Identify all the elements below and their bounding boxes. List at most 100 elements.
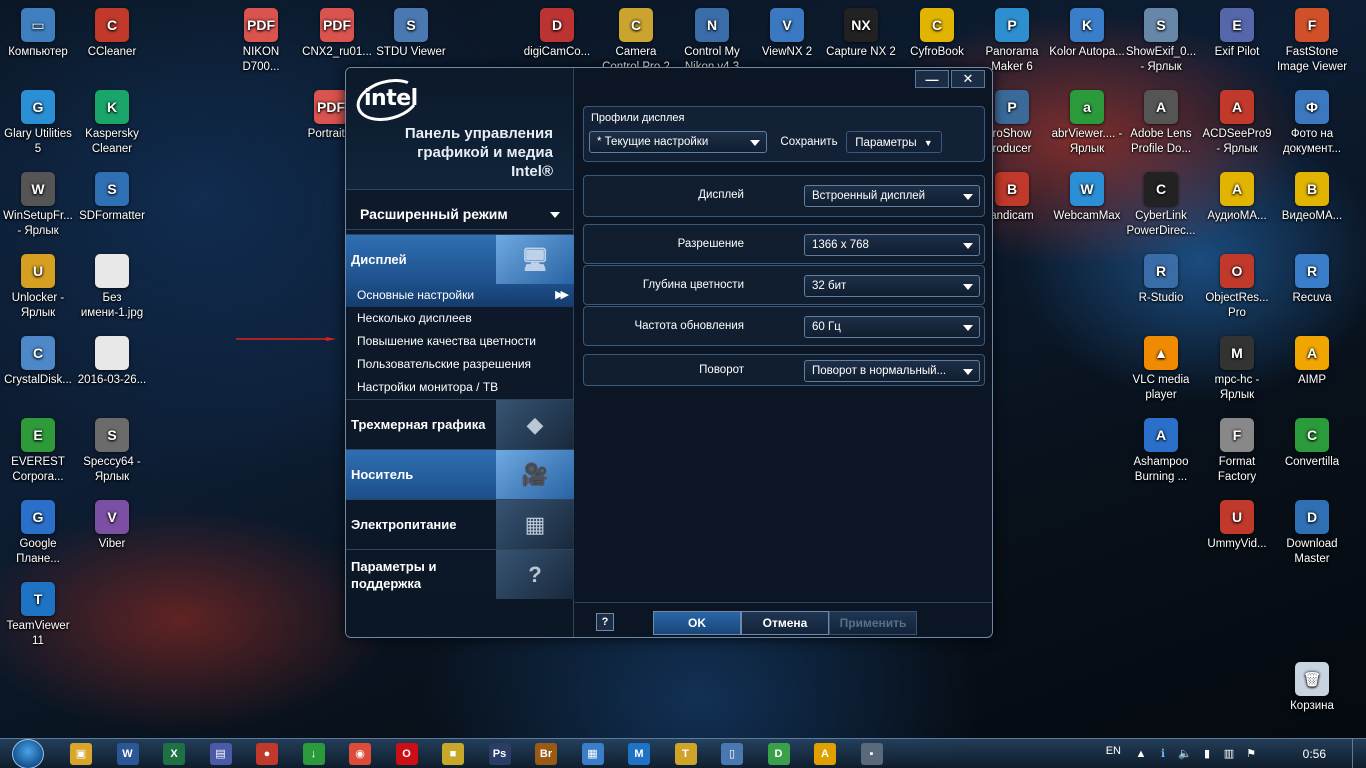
- taskbar-app-button[interactable]: T: [674, 743, 697, 765]
- desktop-shortcut[interactable]: A Ashampoo Burning ...: [1123, 418, 1199, 485]
- resolution-dropdown[interactable]: 1366 x 768: [804, 234, 980, 256]
- desktop-shortcut[interactable]: Mmpc-hc - Ярлык: [1199, 336, 1275, 403]
- desktop-shortcut[interactable]: W WinSetupFr... - Ярлык: [0, 172, 76, 239]
- taskbar-app-button[interactable]: Br: [535, 743, 557, 765]
- desktop-shortcut[interactable]: P Panorama Maker 6: [974, 8, 1050, 75]
- subnav-multiple-displays[interactable]: Несколько дисплеев: [346, 307, 574, 330]
- clock[interactable]: 0:56: [1303, 747, 1326, 761]
- start-button[interactable]: [12, 739, 44, 768]
- desktop-shortcut[interactable]: O ObjectRes... Pro: [1199, 254, 1275, 321]
- color-depth-dropdown[interactable]: 32 бит: [804, 275, 980, 297]
- nav-3d-graphics[interactable]: Трехмерная графика ◆: [346, 399, 574, 449]
- show-desktop-button[interactable]: [1352, 739, 1366, 768]
- desktop-shortcut[interactable]: S ShowExif_0... - Ярлык: [1123, 8, 1199, 75]
- cancel-button[interactable]: Отмена: [741, 611, 829, 635]
- desktop-shortcut[interactable]: R R-Studio: [1123, 254, 1199, 306]
- subnav-color-enhancement[interactable]: Повышение качества цветности: [346, 330, 574, 353]
- nav-display[interactable]: Дисплей 🖥: [346, 234, 574, 284]
- taskbar-app-button[interactable]: O: [395, 743, 418, 765]
- nav-media[interactable]: Носитель 🎥: [346, 449, 574, 499]
- taskbar-app-button[interactable]: ↓: [302, 743, 325, 765]
- subnav-monitor-tv-settings[interactable]: Настройки монитора / ТВ: [346, 376, 574, 399]
- taskbar-app-button[interactable]: ▤: [209, 743, 232, 765]
- subnav-basic-settings[interactable]: Основные настройки ▶▶: [346, 284, 574, 307]
- desktop-shortcut[interactable]: W WebcamMax: [1049, 172, 1125, 224]
- taskbar-app-button[interactable]: ●: [256, 743, 278, 765]
- desktop-shortcut[interactable]: S Speccy64 - Ярлык: [74, 418, 150, 485]
- desktop-shortcut[interactable]: E Exif Pilot: [1199, 8, 1275, 60]
- desktop-shortcut[interactable]: E EVEREST Corpora...: [0, 418, 76, 485]
- info-icon[interactable]: ℹ: [1156, 747, 1170, 761]
- help-button[interactable]: ?: [596, 613, 614, 631]
- arrow-up-icon[interactable]: ▲: [1134, 747, 1148, 761]
- desktop-shortcut[interactable]: CCamera Control Pro 2: [598, 8, 674, 75]
- desktop-shortcut[interactable]: A AIMP: [1274, 336, 1350, 388]
- flag-icon[interactable]: ⚑: [1244, 747, 1258, 761]
- desktop-shortcut[interactable]: Ф Фото на документ...: [1274, 90, 1350, 157]
- mode-dropdown[interactable]: Расширенный режим: [346, 200, 574, 230]
- taskbar-app-button[interactable]: M: [628, 743, 650, 765]
- desktop-shortcut[interactable]: U Unlocker - Ярлык: [0, 254, 76, 321]
- profile-params-button[interactable]: Параметры ▼: [846, 131, 942, 153]
- nav-options-support[interactable]: Параметры и поддержка ?: [346, 549, 574, 599]
- desktop-shortcut[interactable]: ▭ Компьютер: [0, 8, 76, 60]
- desktop-shortcut[interactable]: S SDFormatter: [74, 172, 150, 224]
- taskbar-app-button[interactable]: ◉: [349, 743, 371, 765]
- desktop-shortcut[interactable]: T TeamViewer 11: [0, 582, 76, 649]
- desktop-shortcut[interactable]: a abrViewer.... - Ярлык: [1049, 90, 1125, 157]
- taskbar-app-button[interactable]: X: [163, 743, 185, 765]
- taskbar-app-button[interactable]: ▪: [860, 743, 883, 765]
- refresh-rate-dropdown[interactable]: 60 Гц: [804, 316, 980, 338]
- taskbar-app-button[interactable]: ▣: [70, 743, 92, 765]
- desktop-shortcut[interactable]: C CyberLink PowerDirec...: [1123, 172, 1199, 239]
- desktop-shortcut[interactable]: F Format Factory: [1199, 418, 1275, 485]
- rotation-dropdown[interactable]: Поворот в нормальный...: [804, 360, 980, 382]
- desktop-shortcut[interactable]: R Recuva: [1274, 254, 1350, 306]
- desktop-shortcut[interactable]: K Kolor Autopa...: [1049, 8, 1125, 60]
- desktop-shortcut[interactable]: 🗑 Корзина: [1274, 662, 1350, 714]
- desktop-shortcut[interactable]: ▲ VLC media player: [1123, 336, 1199, 403]
- desktop-shortcut[interactable]: U UmmyVid...: [1199, 500, 1275, 552]
- desktop-shortcut[interactable]: PDF CNX2_ru01...: [299, 8, 375, 60]
- minimize-button[interactable]: —: [915, 70, 949, 88]
- battery-icon[interactable]: ▮: [1200, 747, 1214, 761]
- desktop-shortcut[interactable]: G Google Плане...: [0, 500, 76, 567]
- taskbar-app-button[interactable]: D: [767, 743, 790, 765]
- desktop-shortcut[interactable]: NControl My Nikon v4.3: [674, 8, 750, 75]
- taskbar-app-button[interactable]: ■: [442, 743, 464, 765]
- desktop-shortcut[interactable]: D Download Master: [1274, 500, 1350, 567]
- ok-button[interactable]: OK: [653, 611, 741, 635]
- save-profile-button[interactable]: Сохранить: [772, 131, 846, 153]
- taskbar-app-button[interactable]: W: [116, 743, 139, 765]
- desktop-shortcut[interactable]: K Kaspersky Cleaner: [74, 90, 150, 157]
- apply-button[interactable]: Применить: [829, 611, 917, 635]
- desktop-shortcut[interactable]: C CrystalDisk...: [0, 336, 76, 388]
- desktop-shortcut[interactable]: C CCleaner: [74, 8, 150, 60]
- profile-dropdown[interactable]: * Текущие настройки: [589, 131, 767, 153]
- desktop-shortcut[interactable]: C Convertilla: [1274, 418, 1350, 470]
- desktop-shortcut[interactable]: S STDU Viewer: [373, 8, 449, 60]
- speaker-icon[interactable]: 🔈: [1178, 747, 1192, 761]
- taskbar-app-button[interactable]: ▦: [581, 743, 604, 765]
- language-indicator[interactable]: EN: [1106, 745, 1121, 757]
- desktop-shortcut[interactable]: G Glary Utilities 5: [0, 90, 76, 157]
- desktop-shortcut[interactable]: B ВидеоМА...: [1274, 172, 1350, 224]
- desktop-shortcut[interactable]: F FastStone Image Viewer: [1274, 8, 1350, 75]
- desktop-shortcut[interactable]: PDF NIKON D700...: [223, 8, 299, 75]
- desktop-shortcut[interactable]: 2016-03-26...: [74, 336, 150, 388]
- desktop-shortcut[interactable]: V ViewNX 2: [749, 8, 825, 60]
- display-dropdown[interactable]: Встроенный дисплей: [804, 185, 980, 207]
- desktop-shortcut[interactable]: C CyfroBook: [899, 8, 975, 60]
- desktop-shortcut[interactable]: A Adobe Lens Profile Do...: [1123, 90, 1199, 157]
- taskbar-app-button[interactable]: A: [814, 743, 836, 765]
- taskbar-app-button[interactable]: ▯: [721, 743, 743, 765]
- nav-power[interactable]: Электропитание ▦: [346, 499, 574, 549]
- desktop-shortcut[interactable]: A ACDSeePro9 - Ярлык: [1199, 90, 1275, 157]
- desktop-shortcut[interactable]: V Viber: [74, 500, 150, 552]
- network-icon[interactable]: ▥: [1222, 747, 1236, 761]
- desktop-shortcut[interactable]: NX Capture NX 2: [823, 8, 899, 60]
- subnav-custom-resolutions[interactable]: Пользовательские разрешения: [346, 353, 574, 376]
- taskbar-app-button[interactable]: Ps: [488, 743, 511, 765]
- desktop-shortcut[interactable]: Без имени-1.jpg: [74, 254, 150, 321]
- close-button[interactable]: ✕: [951, 70, 985, 88]
